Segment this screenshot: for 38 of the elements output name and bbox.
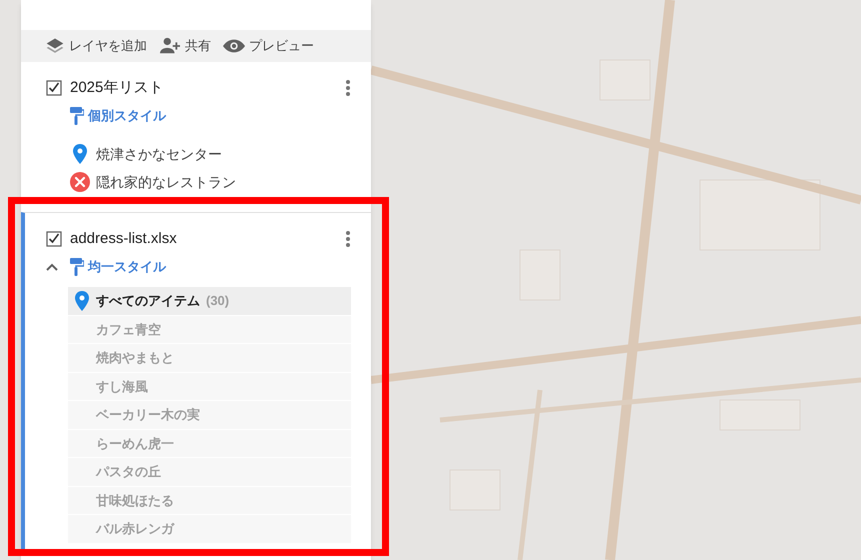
style-item[interactable]: カフェ青空	[68, 316, 351, 343]
style-item[interactable]: パスタの丘	[68, 458, 351, 486]
style-item-label: パスタの丘	[96, 463, 161, 481]
style-item-label: 甘味処ほたる	[96, 492, 174, 510]
feature-item[interactable]: 隠れ家的なレストラン	[70, 168, 351, 196]
toolbar-button[interactable]: レイヤを追加	[45, 36, 147, 56]
item-count: (30)	[206, 292, 230, 310]
style-item[interactable]: 甘味処ほたる	[68, 486, 351, 514]
chevron-up-icon[interactable]	[46, 263, 58, 271]
style-item-label: 焼肉やまもと	[96, 349, 174, 367]
layer-title: 2025年リスト	[70, 78, 164, 98]
paint-roller-icon	[70, 107, 84, 125]
style-item[interactable]: ベーカリー木の実	[68, 401, 351, 428]
style-link[interactable]: 個別スタイル	[70, 106, 166, 126]
style-item-label: カフェ青空	[96, 320, 161, 338]
style-item[interactable]: 焼肉やまもと	[68, 344, 351, 372]
style-item-label: バル赤レンガ	[96, 520, 174, 538]
checked-checkbox[interactable]	[46, 80, 62, 96]
toolbar-button[interactable]: 共有	[159, 36, 211, 56]
more-options-icon[interactable]	[345, 230, 351, 248]
feature-item[interactable]: 焼津さかなセンター	[70, 140, 351, 168]
style-item-label: すし海風	[96, 378, 148, 396]
eye-icon	[223, 38, 245, 54]
style-item-label: すべてのアイテム	[96, 292, 200, 310]
style-item[interactable]: すべてのアイテム (30)	[68, 287, 351, 314]
style-item[interactable]: バル赤レンガ	[68, 515, 351, 542]
style-item[interactable]: すし海風	[68, 372, 351, 400]
style-item[interactable]: らーめん虎一	[68, 430, 351, 457]
toolbar-button[interactable]: プレビュー	[223, 36, 314, 56]
paint-roller-icon	[70, 258, 84, 276]
style-item-label: らーめん虎一	[96, 434, 174, 452]
checked-checkbox[interactable]	[46, 231, 62, 247]
style-link[interactable]: 均一スタイル	[70, 257, 166, 277]
add-person-icon	[159, 36, 181, 56]
layer-title: address-list.xlsx	[70, 228, 178, 249]
more-options-icon[interactable]	[345, 79, 351, 97]
style-item-label: ベーカリー木の実	[96, 406, 200, 424]
map-pin-icon	[75, 290, 89, 311]
